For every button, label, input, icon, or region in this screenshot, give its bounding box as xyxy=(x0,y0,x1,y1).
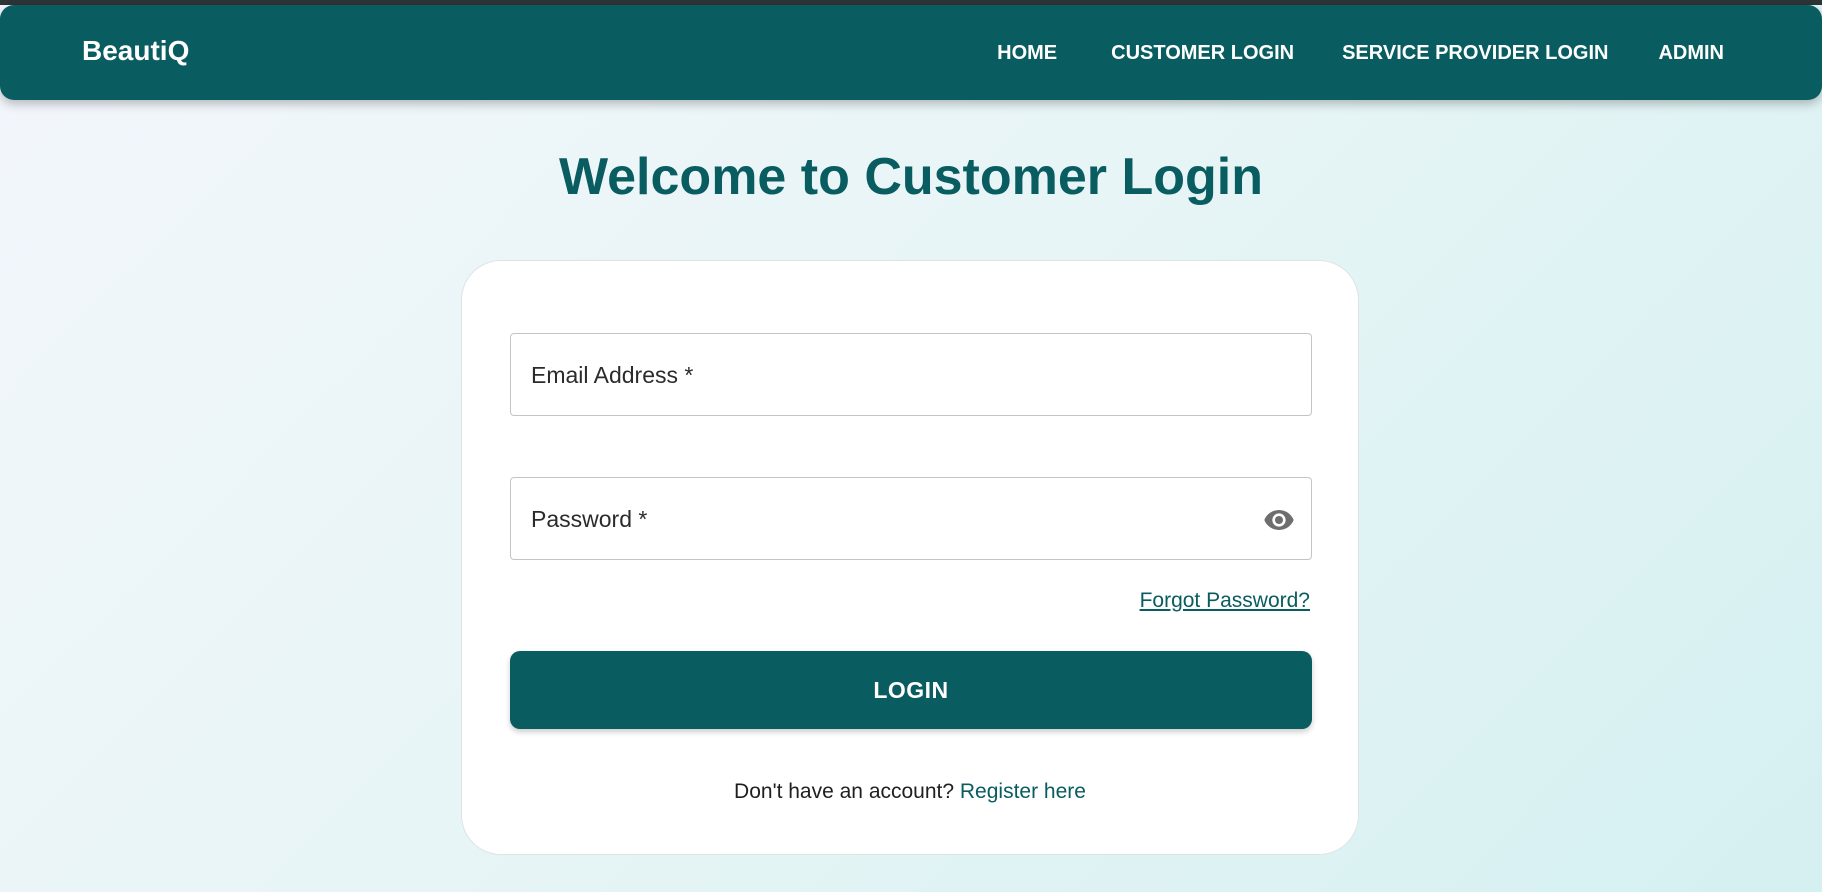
email-input[interactable] xyxy=(511,334,1311,415)
login-button[interactable]: LOGIN xyxy=(510,651,1312,729)
register-prompt-line: Don't have an account? Register here xyxy=(462,779,1358,805)
page-title: Welcome to Customer Login xyxy=(559,148,1263,206)
nav-home-link[interactable]: HOME xyxy=(997,41,1057,65)
nav-service-provider-login-link[interactable]: SERVICE PROVIDER LOGIN xyxy=(1342,41,1608,65)
login-card: Email Address * Password * Forgot Passwo… xyxy=(461,260,1359,855)
nav-admin-link[interactable]: ADMIN xyxy=(1658,41,1724,65)
password-field[interactable]: Password * xyxy=(510,477,1312,560)
register-prompt-text: Don't have an account? xyxy=(734,780,955,803)
nav-links: HOME CUSTOMER LOGIN SERVICE PROVIDER LOG… xyxy=(997,41,1724,65)
forgot-password-link[interactable]: Forgot Password? xyxy=(1140,588,1310,614)
brand-logo[interactable]: BeautiQ xyxy=(82,35,189,67)
eye-icon[interactable] xyxy=(1261,502,1297,538)
navbar: BeautiQ HOME CUSTOMER LOGIN SERVICE PROV… xyxy=(0,5,1822,100)
password-input[interactable] xyxy=(511,478,1311,559)
register-link[interactable]: Register here xyxy=(960,780,1086,803)
email-field[interactable]: Email Address * xyxy=(510,333,1312,416)
nav-customer-login-link[interactable]: CUSTOMER LOGIN xyxy=(1111,41,1294,65)
